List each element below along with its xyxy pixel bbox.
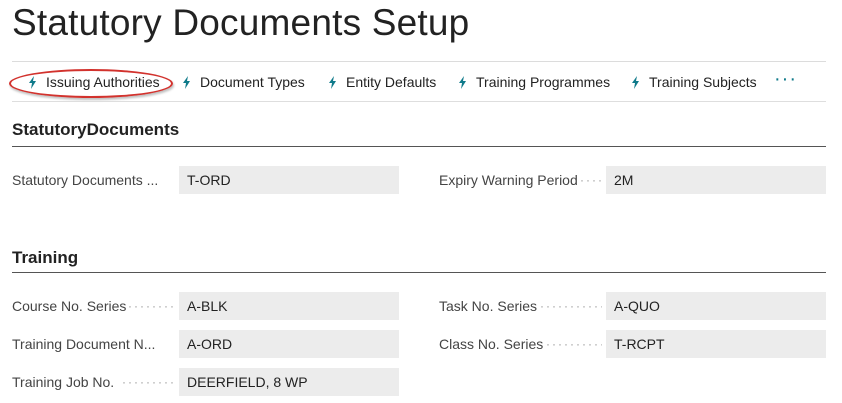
field-label-statutory-documents: Statutory Documents ... (12, 172, 159, 188)
class-no-series-field[interactable]: T-RCPT (606, 330, 826, 358)
page-title: Statutory Documents Setup (12, 2, 470, 43)
lightning-icon (183, 75, 190, 89)
action-bar-divider (12, 101, 826, 102)
action-document-types[interactable]: Document Types (182, 64, 305, 100)
field-label-task-no-series: Task No. Series (439, 298, 538, 314)
field-leader-dots: ·········· (128, 299, 174, 313)
title-divider (12, 61, 826, 62)
field-label-course-no-series: Course No. Series (12, 298, 127, 314)
action-training-subjects[interactable]: Training Subjects (631, 64, 757, 100)
action-entity-defaults[interactable]: Entity Defaults (328, 64, 436, 100)
action-label: Document Types (200, 74, 305, 90)
field-leader-dots: ····· (580, 173, 602, 187)
field-label-training-job-no: Training Job No. (12, 374, 115, 390)
field-leader-dots: ············ (122, 375, 174, 389)
lightning-icon (459, 75, 466, 89)
section-title-statutory-documents: StatutoryDocuments (12, 120, 180, 139)
field-label-class-no-series: Class No. Series (439, 336, 544, 352)
action-training-programmes[interactable]: Training Programmes (458, 64, 610, 100)
task-no-series-field[interactable]: A-QUO (606, 292, 826, 320)
action-label: Training Subjects (649, 74, 757, 90)
expiry-warning-period-field[interactable]: 2M (606, 166, 826, 194)
field-leader-dots: ··············· (540, 299, 602, 313)
field-label-training-document-nos: Training Document N... (12, 336, 156, 352)
field-label-expiry-warning-period: Expiry Warning Period (439, 172, 578, 188)
more-actions-button[interactable]: ··· (774, 68, 797, 91)
course-no-series-field[interactable]: A-BLK (179, 292, 399, 320)
lightning-icon (632, 75, 639, 89)
action-label: Training Programmes (476, 74, 611, 90)
action-label: Entity Defaults (346, 74, 437, 90)
field-leader-dots: ············· (546, 337, 602, 351)
section-title-training: Training (12, 248, 79, 267)
section-divider (12, 146, 826, 147)
section-divider (12, 272, 826, 273)
training-document-nos-field[interactable]: A-ORD (179, 330, 399, 358)
lightning-icon (329, 75, 336, 89)
training-job-no-field[interactable]: DEERFIELD, 8 WP (179, 368, 399, 396)
statutory-documents-nos-field[interactable]: T-ORD (179, 166, 399, 194)
highlight-ring (9, 69, 173, 98)
